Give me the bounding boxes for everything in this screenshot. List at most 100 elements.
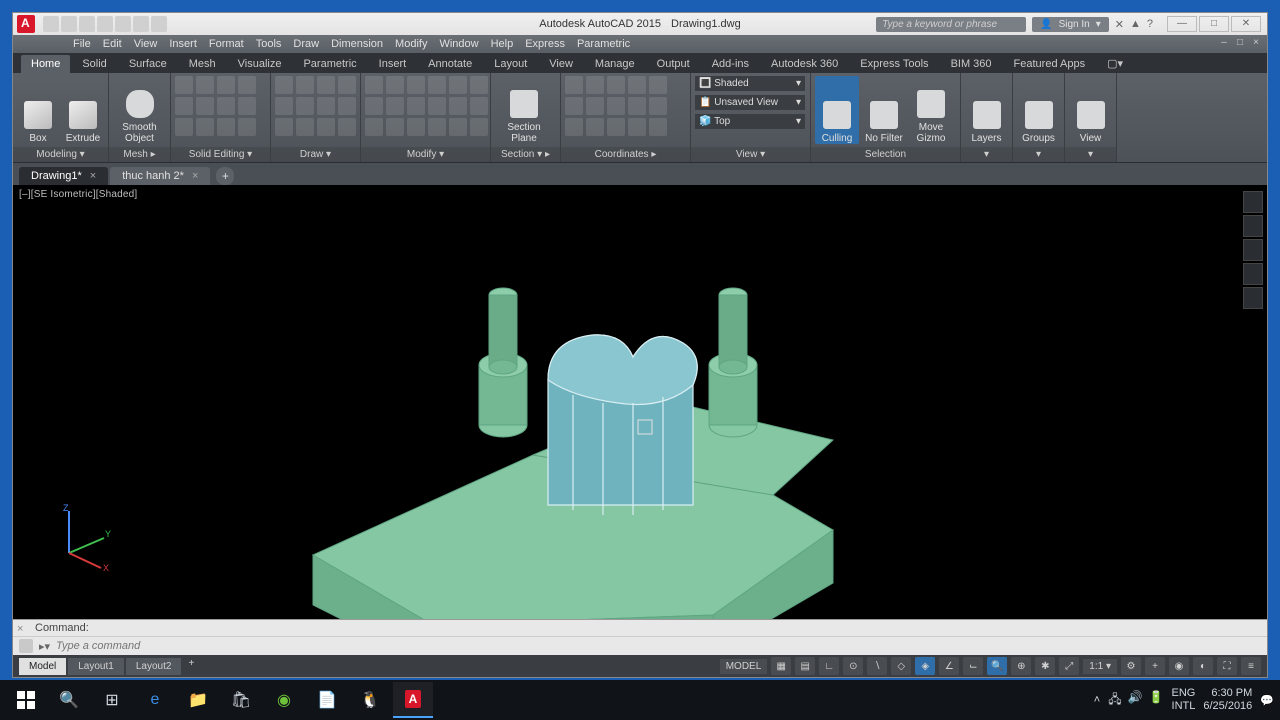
culling-button[interactable]: Culling [815, 76, 859, 144]
tray-battery-icon[interactable]: 🔋 [1149, 690, 1164, 711]
tab-output[interactable]: Output [647, 55, 700, 73]
layout-tab-2[interactable]: Layout2 [126, 658, 182, 675]
qat-open-icon[interactable] [61, 16, 77, 32]
gizmo-toggle-icon[interactable]: ⊕ [1011, 657, 1031, 675]
snap-toggle-icon[interactable]: ▤ [795, 657, 815, 675]
ucs-x-button[interactable] [565, 97, 583, 115]
tab-parametric[interactable]: Parametric [293, 55, 366, 73]
erase-button[interactable] [365, 118, 383, 136]
clean-screen-icon[interactable]: ⛶ [1217, 657, 1237, 675]
view-orientation-dropdown[interactable]: 🧊 Top▾ [695, 114, 805, 129]
tray-expand-icon[interactable]: ˄ [1094, 694, 1100, 706]
smooth-object-button[interactable]: Smooth Object [113, 76, 166, 144]
layout-tab-model[interactable]: Model [19, 658, 66, 675]
tab-bim360[interactable]: BIM 360 [941, 55, 1002, 73]
taskbar-app-2-icon[interactable]: 🐧 [350, 682, 390, 718]
isodraft-toggle-icon[interactable]: ∖ [867, 657, 887, 675]
menu-view[interactable]: View [134, 38, 158, 50]
hardware-accel-icon[interactable]: ◉ [1169, 657, 1189, 675]
ucs-3p-button[interactable] [628, 97, 646, 115]
fillet-edge-button[interactable] [238, 118, 256, 136]
anno-scale-dropdown[interactable]: 1:1 ▾ [1083, 659, 1117, 674]
file-tab-1-close-icon[interactable]: × [192, 170, 198, 182]
visual-style-dropdown[interactable]: 🔳 Shaded▾ [695, 76, 805, 91]
panel-selection[interactable]: Selection [811, 147, 960, 162]
menu-draw[interactable]: Draw [293, 38, 319, 50]
slice-button[interactable] [238, 76, 256, 94]
panel-mesh[interactable]: Mesh ▸ [109, 147, 170, 162]
panel-view[interactable]: View ▾ [691, 147, 810, 162]
action-center-icon[interactable]: 💬 [1260, 694, 1274, 707]
array-button[interactable] [449, 97, 467, 115]
menu-window[interactable]: Window [439, 38, 478, 50]
search-icon[interactable]: 🔍 [49, 682, 89, 718]
menu-modify[interactable]: Modify [395, 38, 427, 50]
taskbar-autocad-icon[interactable]: A [393, 682, 433, 718]
tab-home[interactable]: Home [21, 55, 70, 73]
tab-surface[interactable]: Surface [119, 55, 177, 73]
rectangle-button[interactable] [275, 97, 293, 115]
box-button[interactable]: Box [17, 76, 59, 144]
file-tab-0[interactable]: Drawing1*× [19, 167, 108, 185]
tab-manage[interactable]: Manage [585, 55, 645, 73]
exchange-icon[interactable]: ✕ [1115, 18, 1124, 31]
join-button[interactable] [449, 118, 467, 136]
separate-button[interactable] [175, 118, 193, 136]
selection-filter-icon[interactable]: 🔍 [987, 657, 1007, 675]
qat-save-icon[interactable] [79, 16, 95, 32]
arc-button[interactable] [338, 76, 356, 94]
stretch-button[interactable] [449, 76, 467, 94]
taper-face-button[interactable] [196, 97, 214, 115]
check-button[interactable] [217, 118, 235, 136]
file-explorer-icon[interactable]: 📁 [178, 682, 218, 718]
file-tab-1[interactable]: thuc hanh 2*× [110, 167, 210, 185]
tab-layout[interactable]: Layout [484, 55, 537, 73]
signin-button[interactable]: 👤 Sign In ▾ [1032, 17, 1109, 32]
menu-help[interactable]: Help [491, 38, 514, 50]
cmd-wrench-icon[interactable] [19, 639, 33, 653]
menu-dimension[interactable]: Dimension [331, 38, 383, 50]
editpoly-button[interactable] [470, 118, 488, 136]
tab-mesh[interactable]: Mesh [179, 55, 226, 73]
trim-button[interactable] [365, 97, 383, 115]
extrude-button[interactable]: Extrude [62, 76, 104, 144]
tab-annotate[interactable]: Annotate [418, 55, 482, 73]
store-icon[interactable]: 🛍 [221, 682, 261, 718]
nav-showmotion-icon[interactable] [1243, 287, 1263, 309]
explode-button[interactable] [386, 118, 404, 136]
task-view-icon[interactable]: ⊞ [92, 682, 132, 718]
maximize-button[interactable]: □ [1199, 16, 1229, 32]
modelspace-toggle[interactable]: MODEL [720, 659, 768, 674]
clean-button[interactable] [196, 118, 214, 136]
groups-button[interactable]: Groups [1017, 76, 1060, 144]
tray-clock[interactable]: 6:30 PM 6/25/2016 [1203, 687, 1252, 713]
edge-icon[interactable]: e [135, 682, 175, 718]
menu-parametric[interactable]: Parametric [577, 38, 630, 50]
panel-modify[interactable]: Modify ▾ [361, 147, 490, 162]
break-button[interactable] [428, 118, 446, 136]
qat-undo-icon[interactable] [133, 16, 149, 32]
osnap-toggle-icon[interactable]: ◇ [891, 657, 911, 675]
tray-language[interactable]: ENG INTL [1172, 687, 1196, 713]
ucs-icon-button[interactable] [649, 97, 667, 115]
ucs-named-button[interactable] [565, 118, 583, 136]
offset-face-button[interactable] [217, 97, 235, 115]
tab-addins[interactable]: Add-ins [702, 55, 759, 73]
point-button[interactable] [275, 118, 293, 136]
tab-featuredapps[interactable]: Featured Apps [1004, 55, 1096, 73]
mirror-button[interactable] [428, 76, 446, 94]
viewpanel-button[interactable]: View [1069, 76, 1112, 144]
autodesk360-icon[interactable]: ▲ [1130, 18, 1141, 30]
menu-edit[interactable]: Edit [103, 38, 122, 50]
fillet-button[interactable] [407, 97, 425, 115]
circle-button[interactable] [317, 76, 335, 94]
qat-plot-icon[interactable] [115, 16, 131, 32]
section-plane-button[interactable]: Section Plane [495, 76, 553, 144]
qat-redo-icon[interactable] [151, 16, 167, 32]
region-button[interactable] [296, 118, 314, 136]
nav-pan-icon[interactable] [1243, 215, 1263, 237]
mdi-close-button[interactable]: × [1249, 37, 1263, 49]
ucs-obj-button[interactable] [586, 118, 604, 136]
nav-orbit-icon[interactable] [1243, 263, 1263, 285]
tab-insert[interactable]: Insert [369, 55, 417, 73]
